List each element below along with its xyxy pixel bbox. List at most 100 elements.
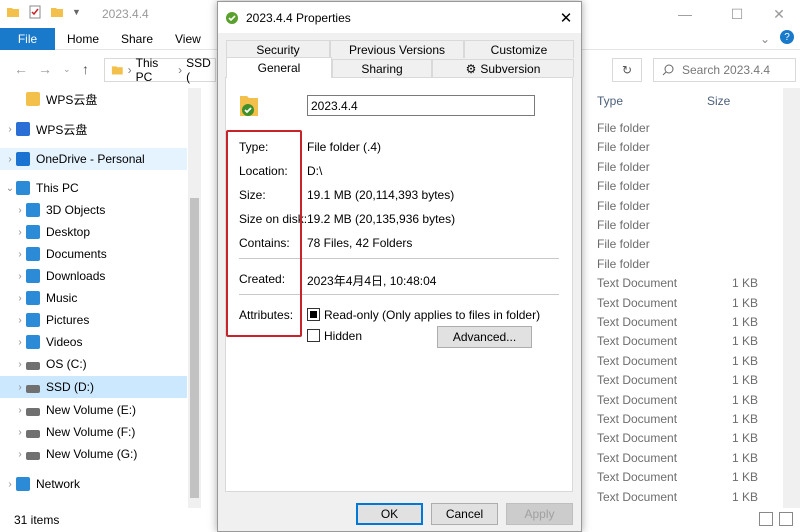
tab-general[interactable]: General [226, 57, 332, 78]
file-row[interactable]: Text Document 1 KB [590, 409, 790, 428]
chevron-right-icon[interactable]: › [14, 271, 26, 282]
file-row[interactable]: Text Document 1 KB [590, 428, 790, 447]
sidebar-item[interactable]: › SSD (D:) [0, 376, 187, 398]
file-row[interactable]: Text Document 1 KB [590, 351, 790, 370]
large-icons-view-icon[interactable] [779, 512, 793, 526]
sidebar-item[interactable]: › Downloads [0, 265, 187, 287]
sidebar-item-label: 3D Objects [46, 203, 106, 217]
tab-home[interactable]: Home [67, 32, 99, 46]
sidebar-item[interactable]: ⌄ This PC [0, 177, 187, 199]
sidebar-item[interactable]: › New Volume (G:) [0, 443, 187, 465]
chevron-right-icon[interactable]: › [4, 124, 16, 135]
details-view-icon[interactable] [759, 512, 773, 526]
chevron-right-icon[interactable]: › [14, 449, 26, 460]
file-row[interactable]: Text Document 1 KB [590, 312, 790, 331]
file-size: 1 KB [731, 412, 758, 426]
tab-previous-versions[interactable]: Previous Versions [330, 40, 464, 58]
file-row[interactable]: File folder [590, 254, 790, 273]
chevron-right-icon[interactable]: › [14, 227, 26, 238]
file-row[interactable]: File folder [590, 234, 790, 253]
file-row[interactable]: Text Document 1 KB [590, 390, 790, 409]
file-row[interactable]: Text Document 1 KB [590, 467, 790, 486]
up-icon[interactable]: ↑ [82, 61, 89, 77]
forward-icon[interactable]: → [38, 61, 52, 77]
hidden-checkbox[interactable] [307, 329, 320, 342]
recent-dropdown-icon[interactable]: ⌄ [63, 64, 71, 75]
file-row[interactable]: Text Document 1 KB [590, 448, 790, 467]
chevron-right-icon[interactable]: › [14, 359, 26, 370]
tab-share[interactable]: Share [121, 32, 153, 46]
sidebar-item[interactable]: › Music [0, 287, 187, 309]
chevron-right-icon[interactable]: › [14, 337, 26, 348]
ok-button[interactable]: OK [356, 503, 423, 525]
sidebar-item[interactable]: › Desktop [0, 221, 187, 243]
file-row[interactable]: File folder [590, 176, 790, 195]
file-row[interactable]: Text Document 1 KB [590, 370, 790, 389]
readonly-checkbox[interactable] [307, 308, 320, 321]
dialog-close-icon[interactable]: ✕ [551, 2, 581, 33]
nav-scrollbar[interactable] [188, 88, 201, 508]
chevron-right-icon[interactable]: › [14, 205, 26, 216]
file-row[interactable]: File folder [590, 196, 790, 215]
sidebar-item[interactable]: › WPS云盘 [0, 118, 187, 140]
sidebar-item[interactable]: › New Volume (F:) [0, 421, 187, 443]
ribbon-expand-icon[interactable]: ⌄ [760, 32, 770, 46]
refresh-button[interactable]: ↻ [612, 58, 642, 82]
chevron-right-icon[interactable]: › [4, 479, 16, 490]
tab-file[interactable]: File [0, 28, 55, 50]
readonly-checkbox-label[interactable]: Read-only (Only applies to files in fold… [324, 308, 540, 322]
tab-subversion[interactable]: ⚙ Subversion [432, 59, 574, 77]
tab-security[interactable]: Security [226, 40, 330, 58]
sidebar-item[interactable]: › 3D Objects [0, 199, 187, 221]
sidebar-item[interactable]: › OS (C:) [0, 353, 187, 375]
file-row[interactable]: Text Document 1 KB [590, 331, 790, 350]
file-row[interactable]: File folder [590, 215, 790, 234]
chevron-right-icon[interactable]: › [14, 405, 26, 416]
sidebar-item[interactable]: › Pictures [0, 309, 187, 331]
hidden-checkbox-label[interactable]: Hidden [324, 329, 362, 343]
apply-button[interactable]: Apply [506, 503, 573, 525]
file-row[interactable]: File folder [590, 118, 790, 137]
search-input[interactable]: Search 2023.4.4 [653, 58, 796, 82]
breadcrumb-this-pc[interactable]: This PC [136, 56, 175, 84]
tab-sharing[interactable]: Sharing [332, 59, 432, 77]
maximize-icon[interactable]: ☐ [714, 0, 760, 28]
file-row[interactable]: Text Document 1 KB [590, 273, 790, 292]
nav-scrollbar-thumb[interactable] [190, 198, 199, 498]
sidebar-item[interactable]: › New Volume (E:) [0, 399, 187, 421]
new-folder-icon[interactable] [50, 5, 64, 19]
chevron-right-icon[interactable]: › [14, 382, 26, 393]
folder-name-input[interactable]: 2023.4.4 [307, 95, 535, 116]
close-icon[interactable]: ✕ [756, 0, 800, 28]
sidebar-item[interactable]: WPS云盘 [0, 88, 187, 110]
cancel-button[interactable]: Cancel [431, 503, 498, 525]
file-row[interactable]: File folder [590, 157, 790, 176]
address-bar[interactable]: › This PC › SSD ( [104, 56, 216, 84]
chevron-down-icon[interactable]: ⌄ [4, 183, 16, 194]
chevron-right-icon[interactable]: › [14, 427, 26, 438]
back-icon[interactable]: ← [14, 61, 28, 77]
column-header-type[interactable]: Type [597, 94, 623, 108]
help-icon[interactable]: ? [780, 30, 794, 44]
properties-icon[interactable] [28, 5, 42, 19]
minimize-icon[interactable]: — [662, 0, 708, 28]
chevron-right-icon[interactable]: › [14, 293, 26, 304]
file-row[interactable]: Text Document 1 KB [590, 487, 790, 506]
chevron-right-icon[interactable]: › [4, 154, 16, 165]
sidebar-item[interactable]: › Documents [0, 243, 187, 265]
tab-view[interactable]: View [175, 32, 201, 46]
tab-customize[interactable]: Customize [464, 40, 574, 58]
chevron-right-icon[interactable]: › [14, 315, 26, 326]
breadcrumb-ssd[interactable]: SSD ( [186, 56, 215, 84]
file-row[interactable]: File folder [590, 137, 790, 156]
file-list-scrollbar[interactable] [783, 88, 800, 508]
file-type: Text Document [597, 450, 678, 465]
sidebar-item[interactable]: › Network [0, 473, 187, 495]
qat-dropdown-icon[interactable]: ▼ [72, 7, 81, 17]
advanced-button[interactable]: Advanced... [437, 326, 532, 348]
chevron-right-icon[interactable]: › [14, 249, 26, 260]
sidebar-item[interactable]: › Videos [0, 331, 187, 353]
column-header-size[interactable]: Size [707, 94, 730, 108]
sidebar-item[interactable]: › OneDrive - Personal [0, 148, 187, 170]
file-row[interactable]: Text Document 1 KB [590, 293, 790, 312]
